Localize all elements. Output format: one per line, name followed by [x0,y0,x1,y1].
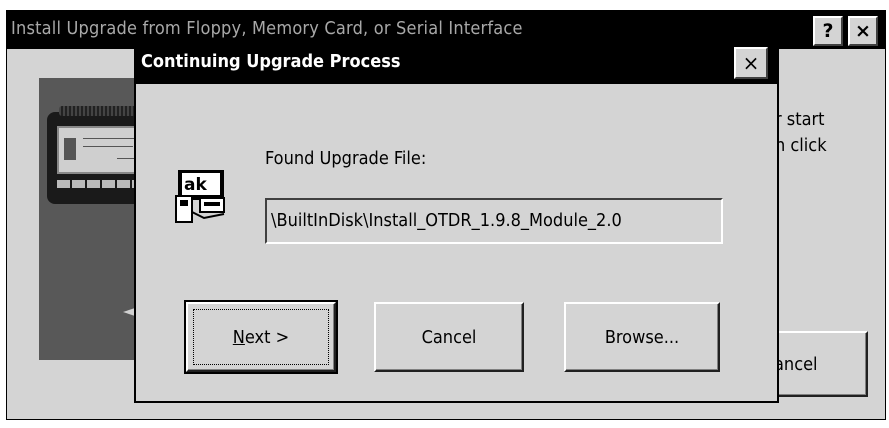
help-button[interactable]: ? [813,16,843,46]
svg-text:ak: ak [184,175,207,195]
background-close-button[interactable]: × [848,16,878,46]
dialog-title: Continuing Upgrade Process [141,51,401,72]
upgrade-dialog: Continuing Upgrade Process × ak Found Up… [134,39,779,403]
cancel-button[interactable]: Cancel [374,302,524,372]
focus-ring [193,309,329,365]
background-instruction-line-2: n click [775,135,827,156]
background-cancel-label: ancel [774,354,818,375]
next-button[interactable]: Next > [184,300,338,374]
background-instruction-line-1: r start [775,109,825,130]
upgrade-file-path-field[interactable]: \BuiltInDisk\Install_OTDR_1.9.8_Module_2… [265,198,723,244]
dialog-titlebar: Continuing Upgrade Process × [136,41,777,84]
upgrade-file-path-text: \BuiltInDisk\Install_OTDR_1.9.8_Module_2… [271,210,622,231]
disk-icon: ak [175,170,225,223]
dialog-close-button[interactable]: × [734,47,768,79]
found-upgrade-label: Found Upgrade File: [265,148,427,169]
background-window-title: Install Upgrade from Floppy, Memory Card… [11,18,523,39]
browse-button[interactable]: Browse... [564,302,720,372]
